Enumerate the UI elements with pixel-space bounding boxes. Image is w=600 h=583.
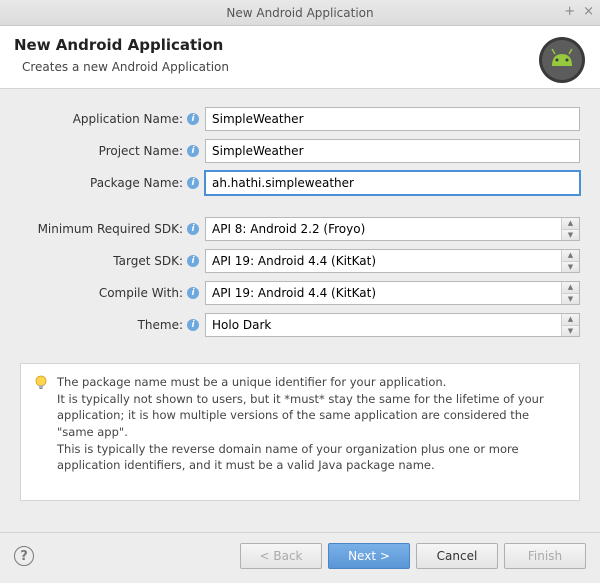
chevron-down-icon[interactable]: ▼ (562, 326, 579, 337)
min-sdk-select[interactable] (205, 217, 580, 241)
info-icon[interactable]: i (187, 113, 199, 125)
package-name-label: Package Name: (20, 176, 185, 190)
chevron-down-icon[interactable]: ▼ (562, 262, 579, 273)
cancel-button[interactable]: Cancel (416, 543, 498, 569)
spinner-buttons[interactable]: ▲▼ (561, 314, 579, 336)
spinner-buttons[interactable]: ▲▼ (561, 282, 579, 304)
hint-text: The package name must be a unique identi… (57, 374, 567, 474)
android-icon (538, 36, 586, 84)
chevron-down-icon[interactable]: ▼ (562, 294, 579, 305)
info-icon[interactable]: i (187, 255, 199, 267)
minimize-icon[interactable]: + (564, 4, 575, 19)
form-area: Application Name: i Project Name: i Pack… (0, 89, 600, 353)
info-icon[interactable]: i (187, 145, 199, 157)
project-name-label: Project Name: (20, 144, 185, 158)
target-sdk-label: Target SDK: (20, 254, 185, 268)
chevron-up-icon[interactable]: ▲ (562, 250, 579, 262)
lightbulb-icon (33, 375, 49, 391)
chevron-up-icon[interactable]: ▲ (562, 218, 579, 230)
spinner-buttons[interactable]: ▲▼ (561, 218, 579, 240)
info-icon[interactable]: i (187, 177, 199, 189)
theme-select[interactable] (205, 313, 580, 337)
chevron-down-icon[interactable]: ▼ (562, 230, 579, 241)
wizard-header: New Android Application Creates a new An… (0, 26, 600, 89)
page-subtitle: Creates a new Android Application (22, 60, 586, 74)
application-name-input[interactable] (205, 107, 580, 131)
titlebar: New Android Application + × (0, 0, 600, 26)
compile-with-label: Compile With: (20, 286, 185, 300)
min-sdk-label: Minimum Required SDK: (20, 222, 185, 236)
wizard-footer: ? < Back Next > Cancel Finish (0, 532, 600, 583)
package-name-input[interactable] (205, 171, 580, 195)
target-sdk-select[interactable] (205, 249, 580, 273)
info-icon[interactable]: i (187, 223, 199, 235)
hint-panel: The package name must be a unique identi… (20, 363, 580, 501)
next-button[interactable]: Next > (328, 543, 410, 569)
chevron-up-icon[interactable]: ▲ (562, 314, 579, 326)
application-name-label: Application Name: (20, 112, 185, 126)
window-title: New Android Application (226, 6, 373, 20)
info-icon[interactable]: i (187, 287, 199, 299)
close-icon[interactable]: × (583, 4, 594, 19)
spinner-buttons[interactable]: ▲▼ (561, 250, 579, 272)
back-button: < Back (240, 543, 322, 569)
compile-with-select[interactable] (205, 281, 580, 305)
help-icon[interactable]: ? (14, 546, 34, 566)
project-name-input[interactable] (205, 139, 580, 163)
finish-button: Finish (504, 543, 586, 569)
chevron-up-icon[interactable]: ▲ (562, 282, 579, 294)
page-title: New Android Application (14, 36, 586, 54)
info-icon[interactable]: i (187, 319, 199, 331)
theme-label: Theme: (20, 318, 185, 332)
